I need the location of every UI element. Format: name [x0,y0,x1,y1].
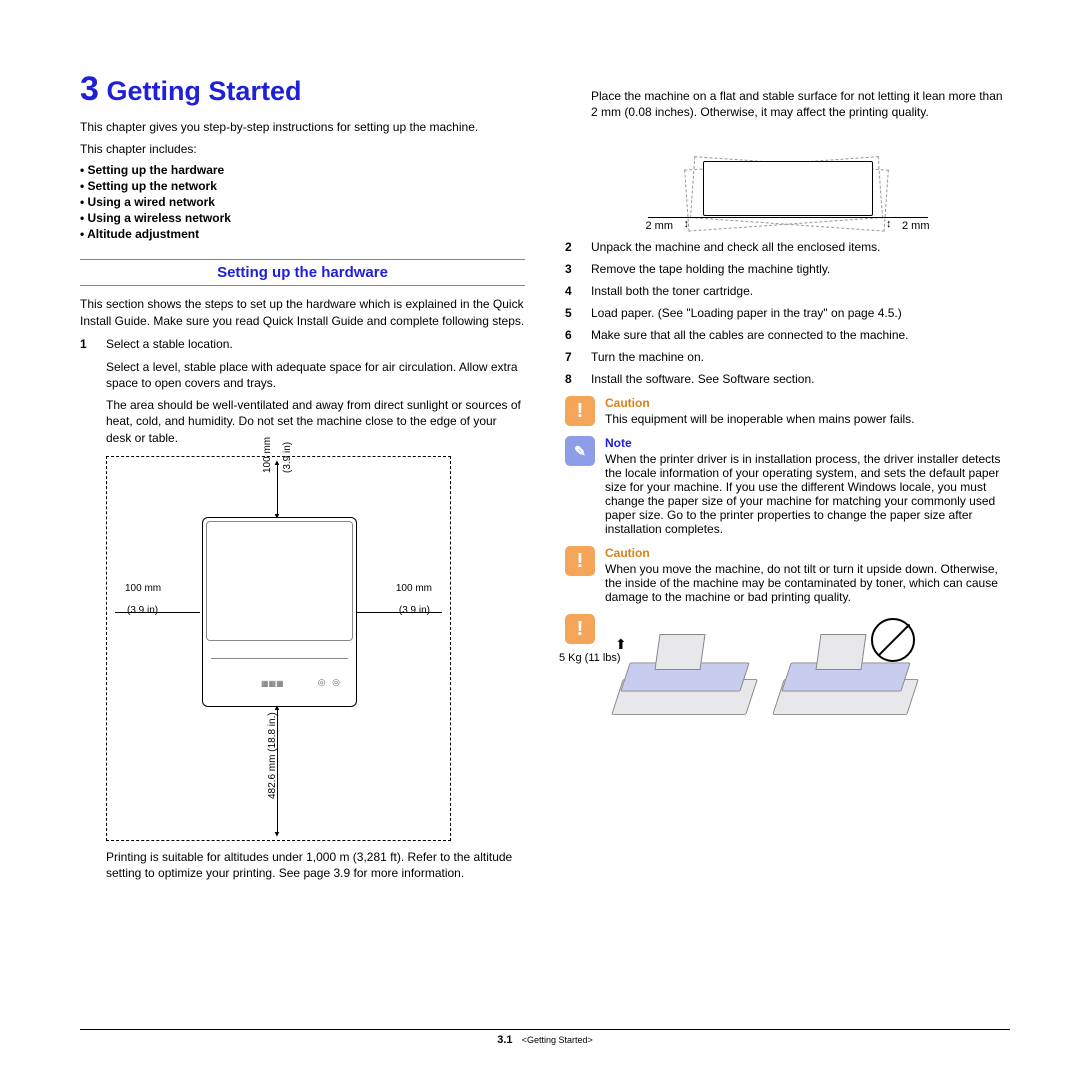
tilt-label-left: 2 mm [646,220,674,232]
updown-arrow-icon: ↕ [684,218,690,230]
arrow-icon [357,612,442,613]
step-text: Unpack the machine and check all the enc… [591,240,881,254]
chapter-title-text: Getting Started [106,76,301,106]
step-8: 8 Install the software. See Software sect… [565,372,1010,386]
step-1-sub2: The area should be well-ventilated and a… [106,397,525,446]
dim-right-in: (3.9 in) [399,605,430,616]
step-number: 3 [565,262,577,276]
altitude-note: Printing is suitable for altitudes under… [106,849,525,881]
step-text: Select a stable location. [106,337,233,351]
right-intro: Place the machine on a flat and stable s… [591,88,1010,120]
toc-item: Using a wireless network [80,211,525,225]
dim-top-mm: 100 mm [262,437,273,473]
section-intro: This section shows the steps to set up t… [80,296,525,328]
chapter-number: 3 [80,70,99,108]
footer-chapter: <Getting Started> [522,1035,593,1045]
step-5: 5 Load paper. (See "Loading paper in the … [565,306,1010,320]
caution-icon: ! [565,396,595,426]
callout-body: Caution When you move the machine, do no… [605,546,1010,604]
tilt-diagram: 2 mm ↕ 2 mm ↕ [648,130,928,230]
caution-callout: ! Caution This equipment will be inopera… [565,396,1010,426]
dim-left-in: (3.9 in) [127,605,158,616]
printer-side-icon [703,161,873,216]
tilt-label-right: 2 mm [902,220,930,232]
step-number: 6 [565,328,577,342]
right-column: Place the machine on a flat and stable s… [565,70,1010,887]
toc-item: Setting up the hardware [80,163,525,177]
dim-bottom: 482.6 mm (18.8 in.) [267,712,278,799]
step-number: 4 [565,284,577,298]
callout-text: This equipment will be inoperable when m… [605,412,915,426]
weight-label: 5 Kg (11 lbs) [559,652,621,664]
step-number: 2 [565,240,577,254]
step-7: 7 Turn the machine on. [565,350,1010,364]
callout-text: When the printer driver is in installati… [605,452,1010,536]
chapter-heading: 3 Getting Started [80,70,525,109]
arrow-icon [277,462,278,517]
intro-paragraph-1: This chapter gives you step-by-step inst… [80,119,525,135]
step-text: Install both the toner cartridge. [591,284,753,298]
step-1: 1 Select a stable location. [80,337,525,351]
step-text: Install the software. See Software secti… [591,372,814,386]
up-arrow-icon: ⬆ [615,636,627,653]
caution-icon: ! [565,546,595,576]
toc-item: Using a wired network [80,195,525,209]
arrow-icon [115,612,200,613]
step-text: Load paper. (See "Loading paper in the t… [591,306,902,320]
left-column: 3 Getting Started This chapter gives you… [80,70,525,887]
step-text: Turn the machine on. [591,350,704,364]
section-divider: Setting up the hardware [80,259,525,286]
printer-lift-wrong-icon [768,614,923,724]
note-icon: ✎ [565,436,595,466]
printer-outline-icon: ▦▦▦ ◎ ◎ [202,517,357,707]
note-callout: ✎ Note When the printer driver is in ins… [565,436,1010,536]
step-2: 2 Unpack the machine and check all the en… [565,240,1010,254]
callout-title: Caution [605,396,915,410]
step-number: 1 [80,337,92,351]
chapter-toc: Setting up the hardware Setting up the n… [80,163,525,241]
caution-icon: ! [565,614,595,644]
prohibit-icon [871,618,915,662]
step-4: 4 Install both the toner cartridge. [565,284,1010,298]
callout-title: Caution [605,546,1010,560]
toc-item: Setting up the network [80,179,525,193]
dim-top-in: (3.9 in) [282,442,293,473]
toc-item: Altitude adjustment [80,227,525,241]
callout-body: Caution This equipment will be inoperabl… [605,396,915,426]
callout-body: Note When the printer driver is in insta… [605,436,1010,536]
callout-text: When you move the machine, do not tilt o… [605,562,1010,604]
spacing-diagram: 100 mm (3.9 in) ▦▦▦ ◎ ◎ 100 mm (3.9 in) … [106,456,451,841]
callout-title: Note [605,436,1010,450]
section-title: Setting up the hardware [217,264,388,281]
step-number: 5 [565,306,577,320]
step-number: 8 [565,372,577,386]
printer-lift-correct-icon: ⬆ 5 Kg (11 lbs) [607,614,762,724]
dim-right-mm: 100 mm [396,583,432,594]
dim-left-mm: 100 mm [125,583,161,594]
caution-callout: ! Caution When you move the machine, do … [565,546,1010,604]
page-columns: 3 Getting Started This chapter gives you… [80,70,1010,887]
page-number: 3.1 [497,1034,512,1046]
step-text: Make sure that all the cables are connec… [591,328,909,342]
updown-arrow-icon: ↕ [886,218,892,230]
step-6: 6 Make sure that all the cables are conne… [565,328,1010,342]
step-1-sub1: Select a level, stable place with adequa… [106,359,525,391]
step-3: 3 Remove the tape holding the machine tig… [565,262,1010,276]
step-number: 7 [565,350,577,364]
intro-paragraph-2: This chapter includes: [80,141,525,157]
weight-diagram: ! ⬆ 5 Kg (11 lbs) [565,614,1010,724]
page-footer: 3.1 <Getting Started> [80,1029,1010,1046]
step-text: Remove the tape holding the machine tigh… [591,262,830,276]
